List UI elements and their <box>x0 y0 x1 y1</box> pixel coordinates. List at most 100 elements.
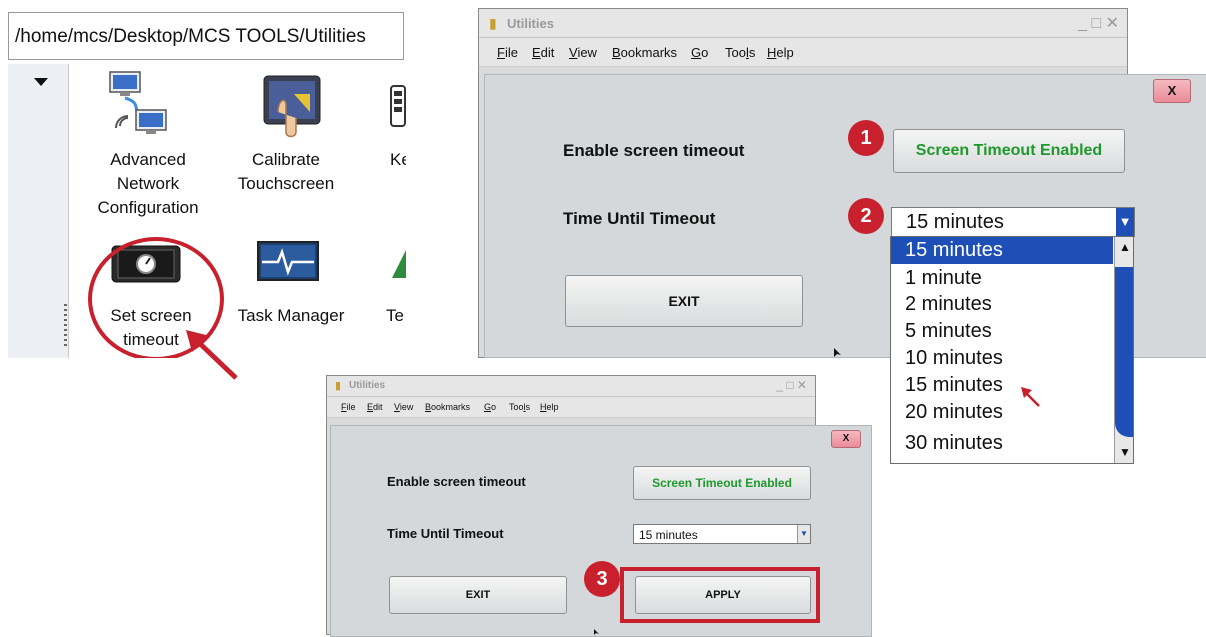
menu-file[interactable]: File <box>497 45 518 60</box>
keyboard-icon-label[interactable]: Ke <box>390 148 406 172</box>
dropdown-option[interactable]: 10 minutes <box>891 345 1113 372</box>
dropdown-triangle-icon[interactable] <box>34 78 48 86</box>
app-icon: ▮ <box>335 380 342 392</box>
enable-timeout-label: Enable screen timeout <box>563 141 745 160</box>
exit-button[interactable]: EXIT <box>565 275 803 327</box>
timeout-select[interactable]: 15 minutes ▼ <box>633 524 811 544</box>
menu-bookmarks[interactable]: Bookmarks <box>612 45 677 60</box>
terminal-icon-label[interactable]: Te <box>386 304 406 328</box>
app-icon: ▮ <box>489 15 497 31</box>
mouse-cursor-icon <box>834 348 841 357</box>
menu-rest: ookmarks <box>431 402 471 412</box>
sidebar <box>8 64 69 358</box>
dropdown-option[interactable]: 2 minutes <box>891 291 1113 318</box>
menu-rest: elp <box>776 45 794 60</box>
menu-rest: ookmarks <box>620 45 678 60</box>
enable-timeout-label: Enable screen timeout <box>387 474 526 489</box>
label-line: Te <box>386 306 404 325</box>
touchscreen-icon[interactable] <box>260 72 324 149</box>
dropdown-option[interactable]: 20 minutes <box>891 399 1113 426</box>
menu-bookmarks[interactable]: Bookmarks <box>425 402 470 412</box>
touchscreen-icon-label[interactable]: Calibrate Touchscreen <box>226 148 346 196</box>
menu-mnemonic: E <box>532 45 541 60</box>
menu-rest: elp <box>546 402 559 412</box>
window-title: Utilities <box>507 16 554 31</box>
apply-highlight-box <box>620 567 820 623</box>
close-button[interactable]: X <box>1153 79 1191 103</box>
exit-button[interactable]: EXIT <box>389 576 567 614</box>
menu-view[interactable]: View <box>394 402 413 412</box>
menu-pre: Too <box>509 402 524 412</box>
menu-pre: Too <box>725 45 746 60</box>
menu-rest: ile <box>346 402 356 412</box>
screen-timeout-enabled-button[interactable]: Screen Timeout Enabled <box>633 466 811 500</box>
label-line: Configuration <box>97 198 199 217</box>
timeout-dropdown-list: 15 minutes 1 minute 2 minutes 5 minutes … <box>890 236 1134 464</box>
menu-edit[interactable]: Edit <box>532 45 554 60</box>
dropdown-scrollbar[interactable]: ▲ ▼ <box>1114 237 1133 463</box>
task-manager-icon-label[interactable]: Task Manager <box>226 304 356 328</box>
menu-mnemonic: B <box>612 45 621 60</box>
menu-rest: iew <box>577 45 597 60</box>
label-line: Task Manager <box>237 306 345 325</box>
menu-rest: iew <box>399 402 414 412</box>
network-icon-label[interactable]: Advanced Network Configuration <box>88 148 208 220</box>
menu-view[interactable]: View <box>569 45 597 60</box>
window-controls[interactable]: _ □ ✕ <box>776 378 807 392</box>
menu-tools[interactable]: Tools <box>509 402 530 412</box>
label-line: Calibrate <box>251 150 321 169</box>
pointer-arrow-icon <box>186 330 238 380</box>
menu-bar: File Edit View Bookmarks Go Tools Help <box>327 397 815 418</box>
pointer-arrow-icon <box>1021 387 1040 407</box>
select-value: 15 minutes <box>906 211 1004 233</box>
dropdown-option[interactable]: 1 minute <box>891 265 1113 292</box>
menu-go[interactable]: Go <box>484 402 496 412</box>
title-bar: ▮ Utilities _ □ ✕ <box>479 9 1127 38</box>
file-manager-panel: /home/mcs/Desktop/MCS TOOLS/Utilities Ad… <box>8 8 406 358</box>
menu-rest: ile <box>504 45 518 60</box>
menu-rest: s <box>525 402 531 412</box>
menu-tools[interactable]: Tools <box>725 45 755 60</box>
dropdown-option[interactable]: 30 minutes <box>891 430 1113 457</box>
keyboard-icon[interactable] <box>390 84 406 133</box>
window-title: Utilities <box>349 380 386 391</box>
chevron-down-icon[interactable]: ▼ <box>1116 208 1134 236</box>
screen-timeout-enabled-button[interactable]: Screen Timeout Enabled <box>893 129 1125 173</box>
resize-grip[interactable] <box>64 304 67 349</box>
title-bar: ▮ Utilities _ □ ✕ <box>327 376 815 397</box>
select-value: 15 minutes <box>639 528 698 542</box>
chevron-down-icon[interactable]: ▼ <box>797 525 810 543</box>
utilities-window-step-2: ▮ Utilities _ □ ✕ File Edit View Bookmar… <box>478 8 1206 464</box>
label-line: Advanced <box>110 150 186 169</box>
step-2-badge: 2 <box>848 198 884 234</box>
terminal-icon[interactable] <box>392 248 406 285</box>
dropdown-option[interactable]: 15 minutes <box>891 372 1113 399</box>
menu-mnemonic: F <box>497 45 505 60</box>
label-line: Ke <box>390 150 406 169</box>
dropdown-option[interactable]: 15 minutes <box>891 237 1113 264</box>
dropdown-option[interactable]: 5 minutes <box>891 318 1113 345</box>
network-icon[interactable] <box>106 70 172 143</box>
label-line: Network <box>116 174 180 193</box>
close-button[interactable]: X <box>831 430 861 448</box>
menu-rest: s <box>748 45 756 60</box>
scroll-down-icon[interactable]: ▼ <box>1119 445 1131 459</box>
time-until-timeout-label: Time Until Timeout <box>563 209 716 228</box>
task-manager-icon[interactable] <box>256 240 320 289</box>
menu-rest: dit <box>540 45 555 60</box>
menu-help[interactable]: Help <box>767 45 794 60</box>
menu-rest: o <box>491 402 497 412</box>
menu-file[interactable]: File <box>341 402 356 412</box>
menu-rest: o <box>701 45 709 60</box>
menu-edit[interactable]: Edit <box>367 402 383 412</box>
scrollbar-thumb[interactable] <box>1115 267 1133 437</box>
timeout-select[interactable]: 15 minutes ▼ <box>891 207 1135 237</box>
window-controls[interactable]: _ □ ✕ <box>1078 13 1119 33</box>
location-path: /home/mcs/Desktop/MCS TOOLS/Utilities <box>15 26 366 47</box>
menu-mnemonic: G <box>691 45 702 60</box>
scroll-up-icon[interactable]: ▲ <box>1119 240 1131 254</box>
menu-go[interactable]: Go <box>691 45 708 60</box>
location-bar[interactable]: /home/mcs/Desktop/MCS TOOLS/Utilities <box>8 12 404 60</box>
menu-help[interactable]: Help <box>540 402 559 412</box>
label-line: Touchscreen <box>237 174 335 193</box>
